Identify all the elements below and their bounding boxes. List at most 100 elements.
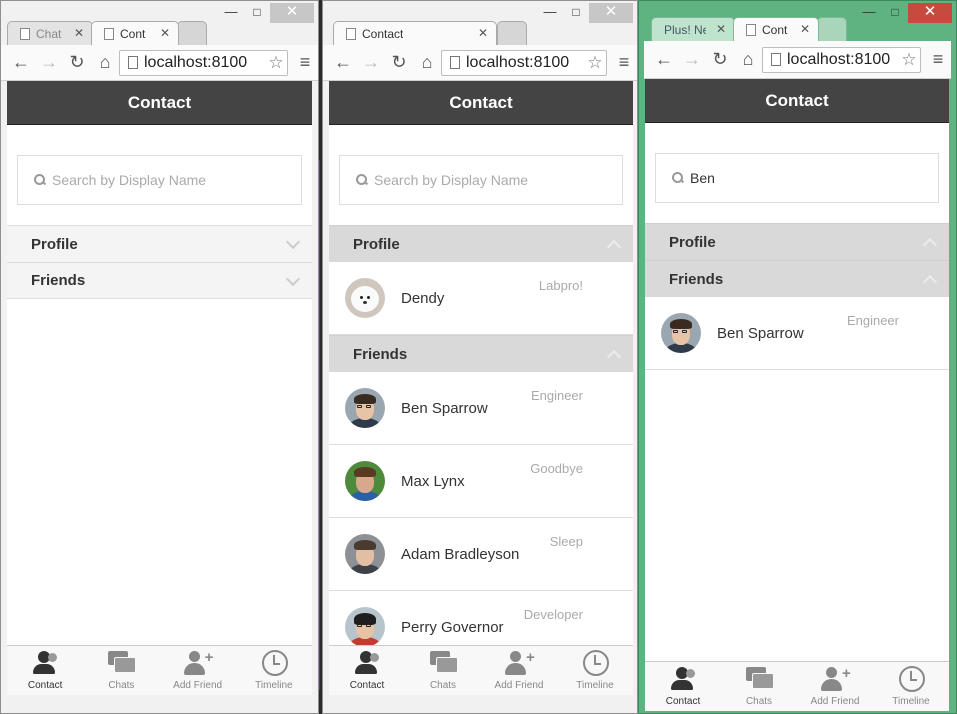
group-friends[interactable]: Friends — [329, 335, 633, 372]
address-bar[interactable]: localhost:8100 ☆ — [762, 46, 921, 73]
new-tab-button[interactable] — [497, 21, 527, 45]
address-bar[interactable]: localhost:8100 ☆ — [119, 49, 288, 76]
back-icon[interactable]: ← — [7, 49, 35, 77]
search-input[interactable]: Search by Display Name — [17, 155, 302, 205]
tab-add-friend[interactable]: + Add Friend — [160, 646, 236, 695]
forward-icon[interactable]: → — [678, 46, 706, 74]
contact-icon — [668, 665, 698, 693]
page-title: Contact — [329, 81, 633, 125]
tab-contact[interactable]: Contact — [329, 646, 405, 695]
bottom-tab-bar: Contact Chats + Add Friend Timeline — [645, 661, 949, 711]
page-title: Contact — [645, 79, 949, 123]
browser-tab-active[interactable]: Cont ✕ — [733, 17, 819, 41]
tab-close-icon[interactable]: ✕ — [160, 26, 170, 40]
bookmark-star-icon[interactable]: ☆ — [898, 50, 920, 70]
avatar — [345, 388, 385, 428]
page-icon — [450, 56, 460, 69]
chevron-down-icon — [286, 237, 300, 251]
tab-timeline[interactable]: Timeline — [236, 646, 312, 695]
tab-timeline[interactable]: Timeline — [557, 646, 633, 695]
contact-icon — [352, 649, 382, 677]
group-friends[interactable]: Friends — [7, 262, 312, 299]
avatar — [345, 278, 385, 318]
group-profile[interactable]: Profile — [329, 225, 633, 262]
new-tab-button[interactable] — [177, 21, 207, 45]
list-item[interactable]: Ben Sparrow Engineer — [329, 372, 633, 445]
bookmark-star-icon[interactable]: ☆ — [265, 53, 287, 73]
page-title: Contact — [7, 81, 312, 125]
forward-icon[interactable]: → — [35, 49, 63, 77]
reload-icon[interactable]: ↻ — [706, 46, 734, 74]
menu-icon[interactable]: ≡ — [611, 52, 637, 73]
tab-close-icon[interactable]: ✕ — [716, 22, 726, 36]
tab-strip: Contact ✕ — [329, 19, 637, 45]
avatar — [345, 534, 385, 574]
app-viewport: Contact Ben Profile Friends Ben Sparrow … — [645, 79, 949, 711]
page-icon — [128, 56, 138, 69]
address-bar[interactable]: localhost:8100 ☆ — [441, 49, 607, 76]
home-icon[interactable]: ⌂ — [734, 46, 762, 74]
tab-chats[interactable]: Chats — [721, 662, 797, 711]
tab-timeline[interactable]: Timeline — [873, 662, 949, 711]
tab-close-icon[interactable]: ✕ — [74, 26, 84, 40]
chevron-up-icon — [923, 272, 937, 286]
tab-add-friend[interactable]: + Add Friend — [797, 662, 873, 711]
browser-window-2: — □ ✕ Contact ✕ ← → ↻ ⌂ localhost:8100 ☆… — [322, 0, 638, 714]
list-item[interactable]: Dendy Labpro! — [329, 262, 633, 335]
tab-contact[interactable]: Contact — [7, 646, 83, 695]
tab-close-icon[interactable]: ✕ — [478, 26, 488, 40]
bookmark-star-icon[interactable]: ☆ — [584, 53, 606, 73]
tab-close-icon[interactable]: ✕ — [800, 22, 810, 36]
chat-icon — [744, 665, 774, 693]
new-tab-button[interactable] — [817, 17, 847, 41]
bottom-tab-bar: Contact Chats + Add Friend Timeline — [329, 645, 633, 695]
forward-icon[interactable]: → — [357, 49, 385, 77]
tab-strip: Chat ✕ Cont ✕ — [7, 19, 318, 45]
chevron-down-icon — [286, 274, 300, 288]
home-icon[interactable]: ⌂ — [413, 49, 441, 77]
search-icon — [34, 174, 46, 186]
page-icon — [346, 28, 356, 40]
menu-icon[interactable]: ≡ — [292, 52, 318, 73]
tab-strip: Plus! Ne ✕ Cont ✕ — [645, 15, 956, 41]
home-icon[interactable]: ⌂ — [91, 49, 119, 77]
browser-tab[interactable]: Chat ✕ — [7, 21, 93, 45]
page-icon — [771, 53, 781, 66]
contact-icon — [30, 649, 60, 677]
back-icon[interactable]: ← — [329, 49, 357, 77]
clock-icon — [259, 649, 289, 677]
page-icon — [746, 24, 756, 36]
tab-contact[interactable]: Contact — [645, 662, 721, 711]
add-friend-icon: + — [504, 649, 535, 677]
browser-tab-active[interactable]: Contact ✕ — [333, 21, 497, 45]
tab-chats[interactable]: Chats — [405, 646, 481, 695]
add-friend-icon: + — [820, 665, 851, 693]
chevron-up-icon — [607, 237, 621, 251]
list-item[interactable]: Adam Bradleyson Sleep — [329, 518, 633, 591]
list-item[interactable]: Ben Sparrow Engineer — [645, 297, 949, 370]
back-icon[interactable]: ← — [650, 46, 678, 74]
page-icon — [20, 28, 30, 40]
app-viewport: Contact Search by Display Name Profile F… — [7, 81, 312, 695]
search-input[interactable]: Search by Display Name — [339, 155, 623, 205]
browser-tab-active[interactable]: Cont ✕ — [91, 21, 179, 45]
chevron-up-icon — [923, 235, 937, 249]
group-profile[interactable]: Profile — [7, 225, 312, 262]
browser-window-3: — □ ✕ Plus! Ne ✕ Cont ✕ ← → ↻ ⌂ localhos… — [638, 0, 957, 714]
browser-toolbar: ← → ↻ ⌂ localhost:8100 ☆ ≡ — [644, 41, 951, 79]
browser-tab[interactable]: Plus! Ne ✕ — [651, 17, 735, 41]
chat-icon — [106, 649, 137, 677]
menu-icon[interactable]: ≡ — [925, 49, 951, 70]
reload-icon[interactable]: ↻ — [63, 49, 91, 77]
tab-add-friend[interactable]: + Add Friend — [481, 646, 557, 695]
group-profile[interactable]: Profile — [645, 223, 949, 260]
reload-icon[interactable]: ↻ — [385, 49, 413, 77]
search-input[interactable]: Ben — [655, 153, 939, 203]
search-icon — [356, 174, 368, 186]
tab-chats[interactable]: Chats — [83, 646, 159, 695]
add-friend-icon: + — [183, 649, 213, 677]
avatar — [345, 607, 385, 647]
group-friends[interactable]: Friends — [645, 260, 949, 297]
list-item[interactable]: Max Lynx Goodbye — [329, 445, 633, 518]
clock-icon — [580, 649, 610, 677]
